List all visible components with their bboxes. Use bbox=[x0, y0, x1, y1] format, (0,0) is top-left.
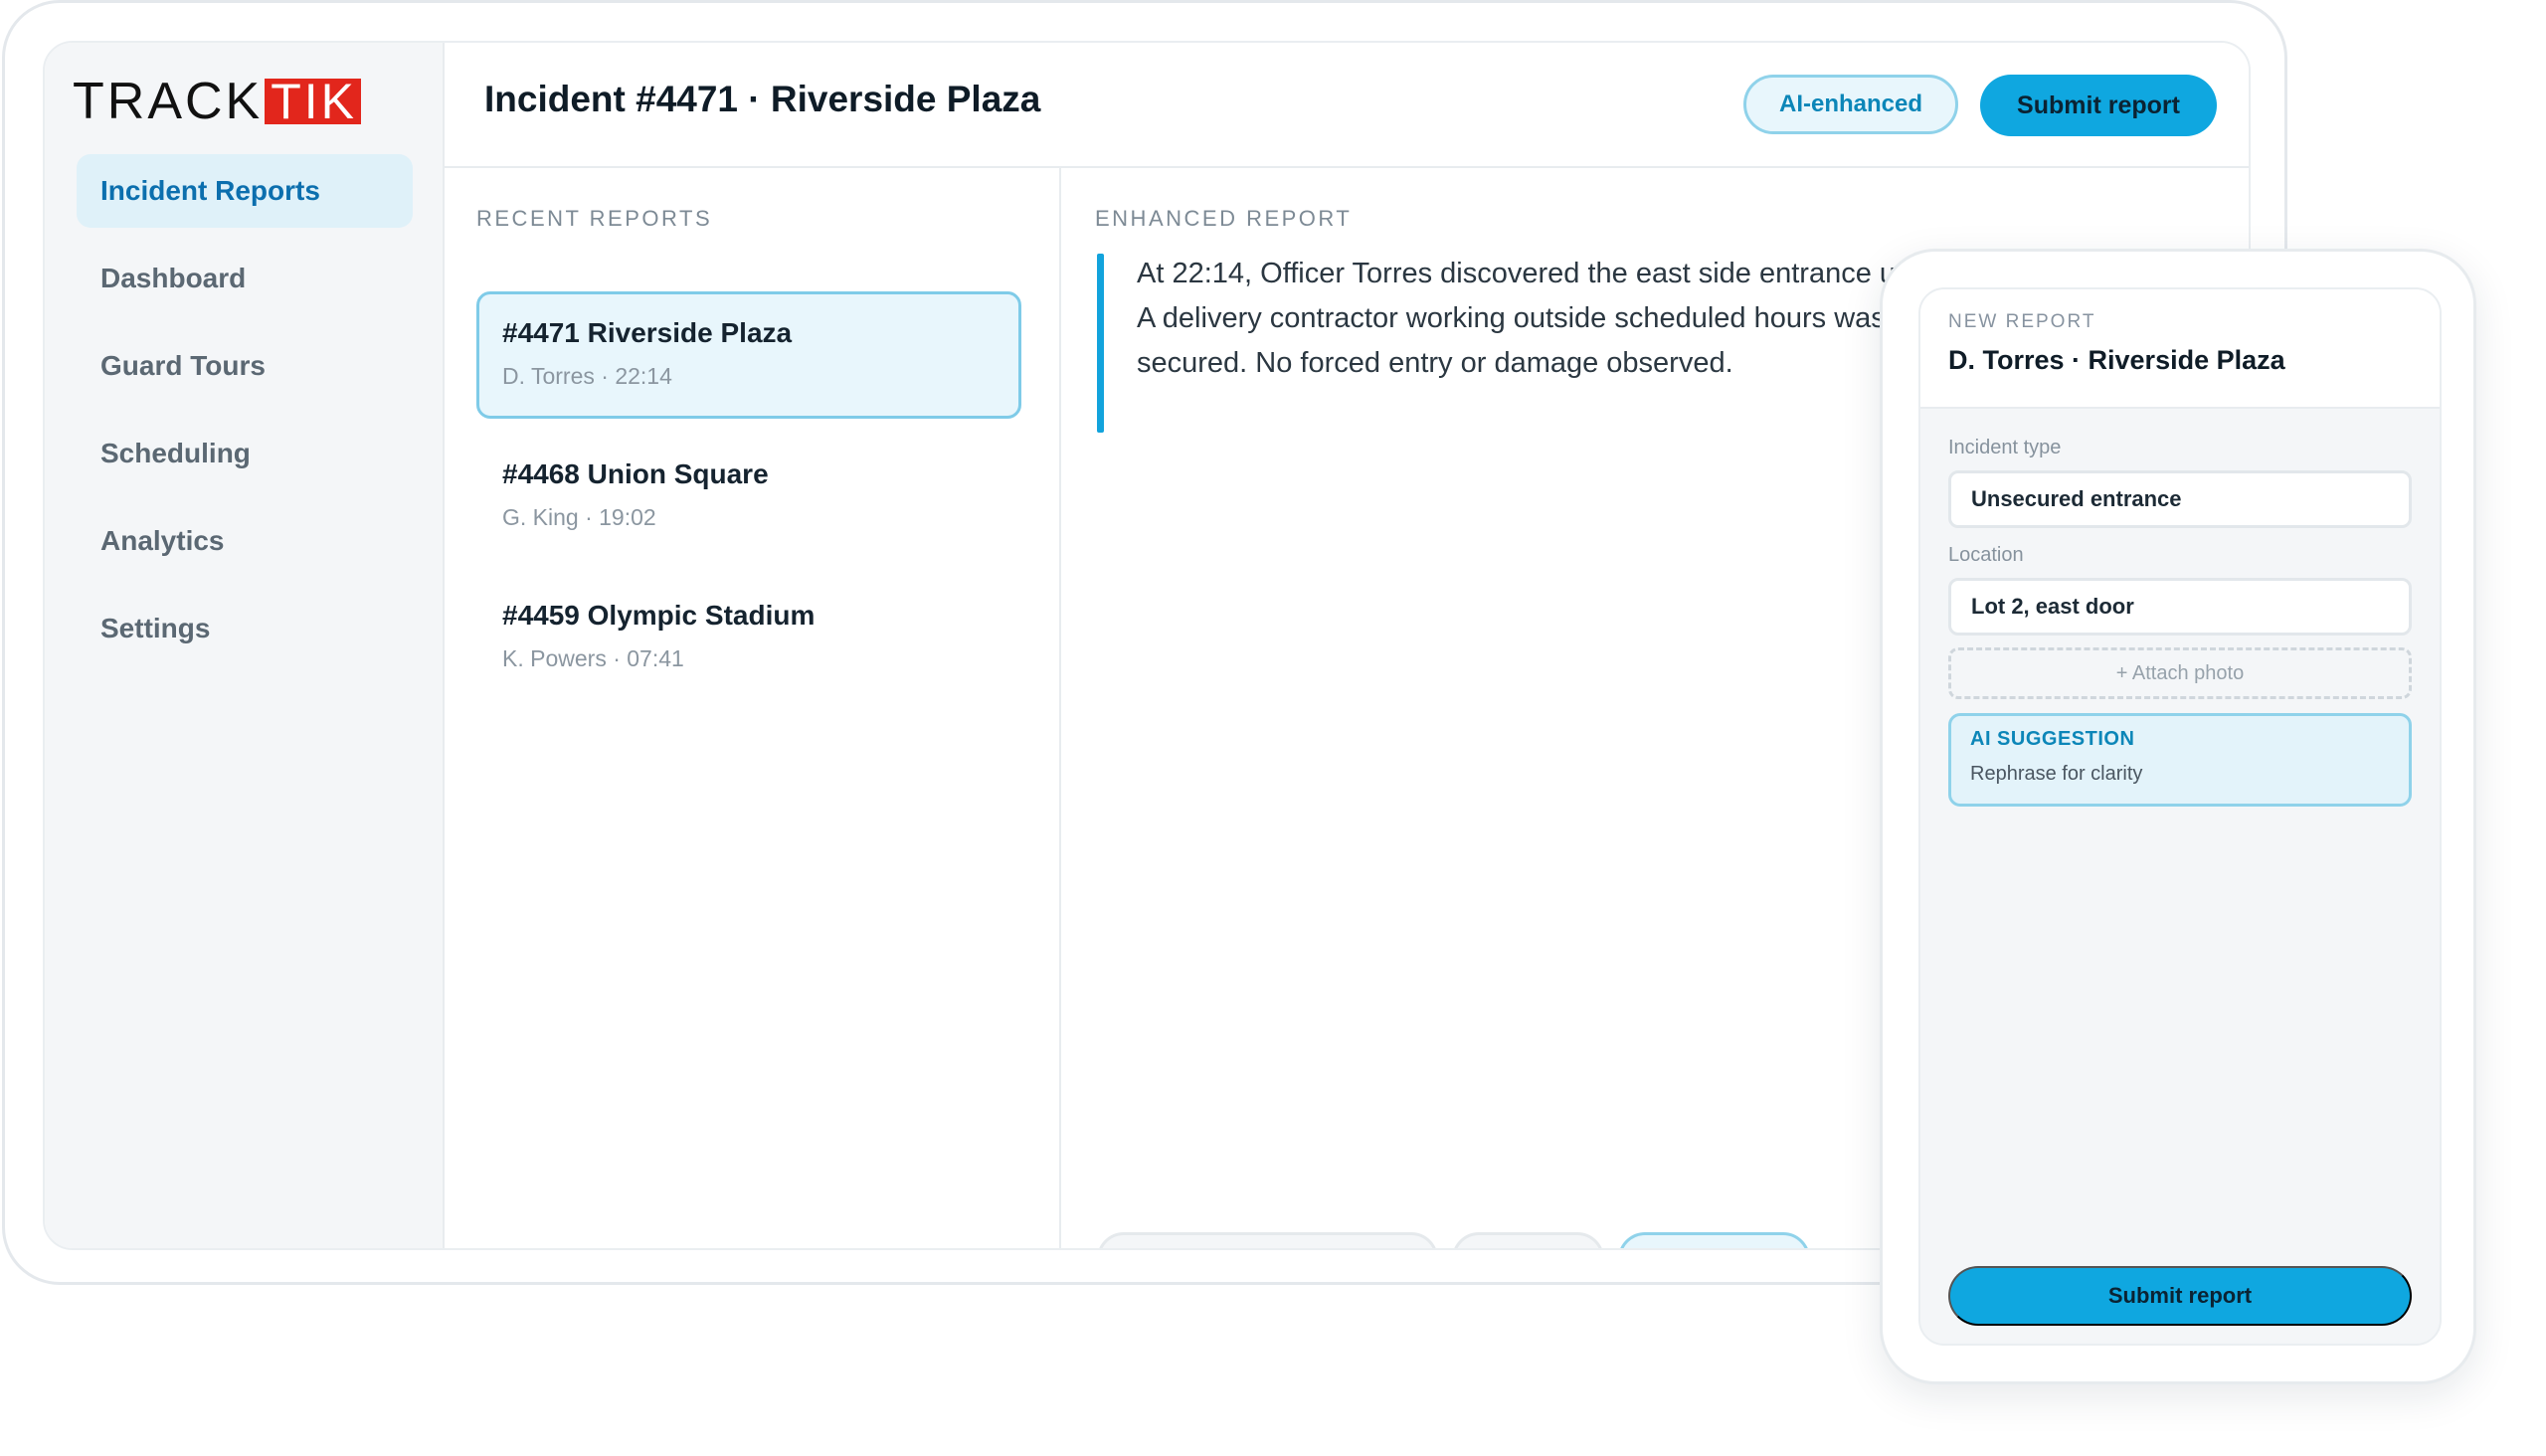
page-title: Incident #4471 · Riverside Plaza bbox=[484, 79, 1041, 119]
quote-accent-bar bbox=[1097, 254, 1104, 433]
submit-report-button[interactable]: Submit report bbox=[1980, 75, 2217, 136]
report-title: #4459 Olympic Stadium bbox=[502, 600, 816, 631]
incident-type-field[interactable]: Unsecured entrance bbox=[1948, 470, 2412, 528]
recent-reports-heading: RECENT REPORTS bbox=[476, 206, 713, 231]
report-item-4459[interactable]: #4459 Olympic Stadium K. Powers · 07:41 bbox=[476, 574, 1021, 701]
location-label: Location bbox=[1948, 544, 2024, 566]
report-tags: Type · Unsecured entrance 2 photos GPS v… bbox=[1097, 1232, 1811, 1248]
logo-text-track: TRACK bbox=[73, 73, 264, 130]
page-header: Incident #4471 · Riverside Plaza AI-enha… bbox=[445, 43, 2249, 168]
incident-type-label: Incident type bbox=[1948, 437, 2062, 458]
mobile-submit-report-button[interactable]: Submit report bbox=[1948, 1266, 2412, 1326]
ai-suggestion-text: Rephrase for clarity bbox=[1970, 763, 2143, 785]
report-title: #4471 Riverside Plaza bbox=[502, 317, 793, 348]
tag-photos[interactable]: 2 photos bbox=[1451, 1232, 1605, 1248]
mobile-header: NEW REPORT D. Torres · Riverside Plaza bbox=[1920, 289, 2440, 409]
ai-suggestion-kicker: AI SUGGESTION bbox=[1970, 728, 2135, 750]
ai-enhanced-badge: AI-enhanced bbox=[1743, 75, 1958, 134]
sidebar-item-incident-reports[interactable]: Incident Reports bbox=[77, 154, 413, 228]
report-title: #4468 Union Square bbox=[502, 458, 769, 489]
sidebar-item-guard-tours[interactable]: Guard Tours bbox=[77, 329, 413, 403]
report-meta: K. Powers · 07:41 bbox=[502, 645, 684, 671]
sidebar-nav: Incident Reports Dashboard Guard Tours S… bbox=[77, 154, 413, 679]
sidebar-item-settings[interactable]: Settings bbox=[77, 592, 413, 665]
recent-reports-panel: RECENT REPORTS #4471 Riverside Plaza D. … bbox=[445, 168, 1061, 1248]
attach-photo-button[interactable]: + Attach photo bbox=[1948, 647, 2412, 699]
sidebar-item-scheduling[interactable]: Scheduling bbox=[77, 417, 413, 490]
tag-incident-type: Type · Unsecured entrance bbox=[1097, 1232, 1438, 1248]
report-item-4468[interactable]: #4468 Union Square G. King · 19:02 bbox=[476, 433, 1021, 560]
mobile-device-frame: NEW REPORT D. Torres · Riverside Plaza I… bbox=[1880, 249, 2476, 1384]
report-meta: G. King · 19:02 bbox=[502, 504, 656, 530]
mobile-title: D. Torres · Riverside Plaza bbox=[1948, 345, 2285, 375]
ai-suggestion-card[interactable]: AI SUGGESTION Rephrase for clarity bbox=[1948, 713, 2412, 807]
logo-text-tik: TIK bbox=[265, 77, 362, 126]
report-meta: D. Torres · 22:14 bbox=[502, 363, 672, 389]
tag-gps-verified: GPS verified bbox=[1618, 1232, 1811, 1248]
mobile-app-screen: NEW REPORT D. Torres · Riverside Plaza I… bbox=[1918, 287, 2442, 1346]
mobile-kicker: NEW REPORT bbox=[1948, 311, 2096, 332]
tracktik-logo: TRACK TIK bbox=[73, 73, 362, 130]
location-field[interactable]: Lot 2, east door bbox=[1948, 578, 2412, 636]
sidebar-item-dashboard[interactable]: Dashboard bbox=[77, 242, 413, 315]
sidebar-item-analytics[interactable]: Analytics bbox=[77, 504, 413, 578]
sidebar: TRACK TIK Incident Reports Dashboard Guar… bbox=[45, 43, 445, 1248]
report-item-4471[interactable]: #4471 Riverside Plaza D. Torres · 22:14 bbox=[476, 291, 1021, 419]
enhanced-report-heading: ENHANCED REPORT bbox=[1095, 206, 1353, 231]
